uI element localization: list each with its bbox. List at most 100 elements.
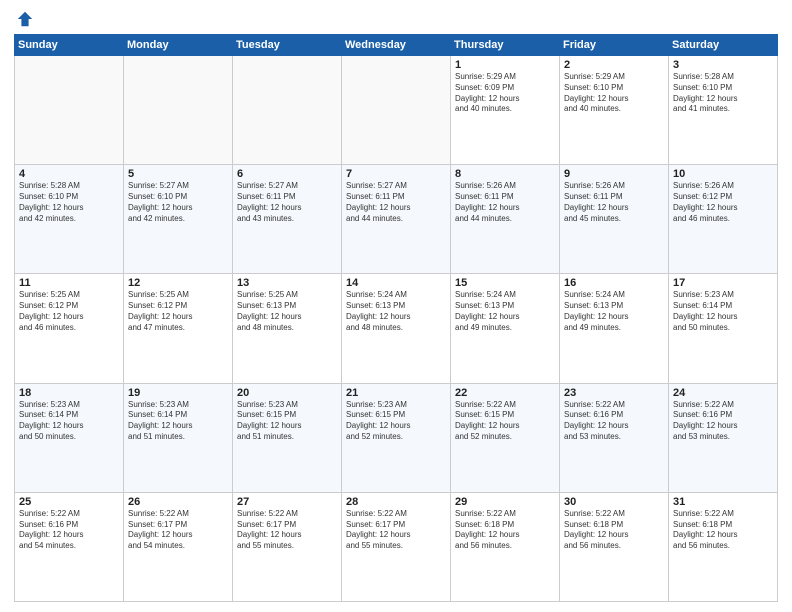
day-info: Sunrise: 5:23 AM Sunset: 6:14 PM Dayligh… [19,400,119,443]
calendar-cell: 16Sunrise: 5:24 AM Sunset: 6:13 PM Dayli… [560,274,669,383]
calendar-header-monday: Monday [124,35,233,56]
day-number: 27 [237,496,337,508]
calendar-header-tuesday: Tuesday [233,35,342,56]
calendar-cell: 22Sunrise: 5:22 AM Sunset: 6:15 PM Dayli… [451,383,560,492]
calendar-cell [233,56,342,165]
calendar-cell: 5Sunrise: 5:27 AM Sunset: 6:10 PM Daylig… [124,165,233,274]
day-info: Sunrise: 5:27 AM Sunset: 6:11 PM Dayligh… [237,181,337,224]
day-number: 18 [19,387,119,399]
day-info: Sunrise: 5:24 AM Sunset: 6:13 PM Dayligh… [346,290,446,333]
calendar-cell: 21Sunrise: 5:23 AM Sunset: 6:15 PM Dayli… [342,383,451,492]
day-number: 8 [455,168,555,180]
day-number: 7 [346,168,446,180]
calendar-week-row: 1Sunrise: 5:29 AM Sunset: 6:09 PM Daylig… [15,56,778,165]
calendar-cell: 7Sunrise: 5:27 AM Sunset: 6:11 PM Daylig… [342,165,451,274]
day-info: Sunrise: 5:24 AM Sunset: 6:13 PM Dayligh… [564,290,664,333]
day-number: 21 [346,387,446,399]
day-info: Sunrise: 5:22 AM Sunset: 6:18 PM Dayligh… [673,509,773,552]
calendar-cell: 2Sunrise: 5:29 AM Sunset: 6:10 PM Daylig… [560,56,669,165]
calendar-week-row: 18Sunrise: 5:23 AM Sunset: 6:14 PM Dayli… [15,383,778,492]
calendar-cell: 24Sunrise: 5:22 AM Sunset: 6:16 PM Dayli… [669,383,778,492]
day-info: Sunrise: 5:28 AM Sunset: 6:10 PM Dayligh… [19,181,119,224]
day-number: 5 [128,168,228,180]
calendar-cell: 12Sunrise: 5:25 AM Sunset: 6:12 PM Dayli… [124,274,233,383]
calendar-header-sunday: Sunday [15,35,124,56]
calendar-cell: 1Sunrise: 5:29 AM Sunset: 6:09 PM Daylig… [451,56,560,165]
calendar-cell: 19Sunrise: 5:23 AM Sunset: 6:14 PM Dayli… [124,383,233,492]
calendar-cell: 8Sunrise: 5:26 AM Sunset: 6:11 PM Daylig… [451,165,560,274]
calendar-week-row: 11 Sunrise: 5:25 AM Sunset: 6:12 PM Dayli… [15,274,778,383]
day-number: 9 [564,168,664,180]
day-info: Sunrise: 5:26 AM Sunset: 6:11 PM Dayligh… [455,181,555,224]
calendar-cell: 13Sunrise: 5:25 AM Sunset: 6:13 PM Dayli… [233,274,342,383]
day-info: Sunrise: 5:22 AM Sunset: 6:17 PM Dayligh… [128,509,228,552]
calendar-cell: 4Sunrise: 5:28 AM Sunset: 6:10 PM Daylig… [15,165,124,274]
calendar-cell: 18Sunrise: 5:23 AM Sunset: 6:14 PM Dayli… [15,383,124,492]
day-number: 31 [673,496,773,508]
day-info: Sunrise: 5:25 AM Sunset: 6:12 PM Dayligh… [128,290,228,333]
day-info: Sunrise: 5:23 AM Sunset: 6:15 PM Dayligh… [346,400,446,443]
day-number: 26 [128,496,228,508]
calendar-week-row: 25Sunrise: 5:22 AM Sunset: 6:16 PM Dayli… [15,492,778,601]
day-info: Sunrise: 5:26 AM Sunset: 6:12 PM Dayligh… [673,181,773,224]
calendar-cell: 26Sunrise: 5:22 AM Sunset: 6:17 PM Dayli… [124,492,233,601]
day-number: 22 [455,387,555,399]
day-info: Sunrise: 5:22 AM Sunset: 6:16 PM Dayligh… [19,509,119,552]
calendar-cell: 14Sunrise: 5:24 AM Sunset: 6:13 PM Dayli… [342,274,451,383]
day-info: Sunrise: 5:29 AM Sunset: 6:10 PM Dayligh… [564,72,664,115]
day-number: 12 [128,277,228,289]
day-number: 28 [346,496,446,508]
day-info: Sunrise: 5:22 AM Sunset: 6:15 PM Dayligh… [455,400,555,443]
calendar-cell: 11Sunrise: 5:25 AM Sunset: 6:12 PM Dayli… [15,274,124,383]
calendar-header-wednesday: Wednesday [342,35,451,56]
calendar-table: SundayMondayTuesdayWednesdayThursdayFrid… [14,34,778,602]
calendar-cell: 20Sunrise: 5:23 AM Sunset: 6:15 PM Dayli… [233,383,342,492]
day-info: Sunrise: 5:23 AM Sunset: 6:14 PM Dayligh… [128,400,228,443]
day-number: 11 [19,277,119,289]
day-info: Sunrise: 5:24 AM Sunset: 6:13 PM Dayligh… [455,290,555,333]
calendar-cell: 27Sunrise: 5:22 AM Sunset: 6:17 PM Dayli… [233,492,342,601]
day-number: 23 [564,387,664,399]
header [14,10,778,28]
calendar-header-row: SundayMondayTuesdayWednesdayThursdayFrid… [15,35,778,56]
day-number: 15 [455,277,555,289]
day-info: Sunrise: 5:27 AM Sunset: 6:11 PM Dayligh… [346,181,446,224]
day-number: 10 [673,168,773,180]
calendar-cell [124,56,233,165]
calendar-cell: 25Sunrise: 5:22 AM Sunset: 6:16 PM Dayli… [15,492,124,601]
day-info: Sunrise: 5:28 AM Sunset: 6:10 PM Dayligh… [673,72,773,115]
day-number: 25 [19,496,119,508]
calendar-cell: 15Sunrise: 5:24 AM Sunset: 6:13 PM Dayli… [451,274,560,383]
calendar-cell: 17Sunrise: 5:23 AM Sunset: 6:14 PM Dayli… [669,274,778,383]
calendar-header-saturday: Saturday [669,35,778,56]
calendar-cell [15,56,124,165]
day-info: Sunrise: 5:23 AM Sunset: 6:15 PM Dayligh… [237,400,337,443]
calendar-cell: 31Sunrise: 5:22 AM Sunset: 6:18 PM Dayli… [669,492,778,601]
day-info: Sunrise: 5:22 AM Sunset: 6:18 PM Dayligh… [564,509,664,552]
day-number: 13 [237,277,337,289]
calendar-cell: 30Sunrise: 5:22 AM Sunset: 6:18 PM Dayli… [560,492,669,601]
day-number: 19 [128,387,228,399]
day-number: 20 [237,387,337,399]
day-number: 14 [346,277,446,289]
page: SundayMondayTuesdayWednesdayThursdayFrid… [0,0,792,612]
day-number: 24 [673,387,773,399]
calendar-cell: 9Sunrise: 5:26 AM Sunset: 6:11 PM Daylig… [560,165,669,274]
day-number: 2 [564,59,664,71]
day-info: Sunrise: 5:22 AM Sunset: 6:18 PM Dayligh… [455,509,555,552]
day-info: Sunrise: 5:25 AM Sunset: 6:13 PM Dayligh… [237,290,337,333]
calendar-cell [342,56,451,165]
day-info: Sunrise: 5:27 AM Sunset: 6:10 PM Dayligh… [128,181,228,224]
day-number: 17 [673,277,773,289]
day-number: 30 [564,496,664,508]
calendar-cell: 29Sunrise: 5:22 AM Sunset: 6:18 PM Dayli… [451,492,560,601]
calendar-cell: 10Sunrise: 5:26 AM Sunset: 6:12 PM Dayli… [669,165,778,274]
calendar-week-row: 4Sunrise: 5:28 AM Sunset: 6:10 PM Daylig… [15,165,778,274]
logo-icon [16,10,34,28]
day-number: 29 [455,496,555,508]
logo-text [14,10,34,28]
day-number: 16 [564,277,664,289]
calendar-cell: 23Sunrise: 5:22 AM Sunset: 6:16 PM Dayli… [560,383,669,492]
calendar-cell: 3Sunrise: 5:28 AM Sunset: 6:10 PM Daylig… [669,56,778,165]
day-info: Sunrise: 5:29 AM Sunset: 6:09 PM Dayligh… [455,72,555,115]
